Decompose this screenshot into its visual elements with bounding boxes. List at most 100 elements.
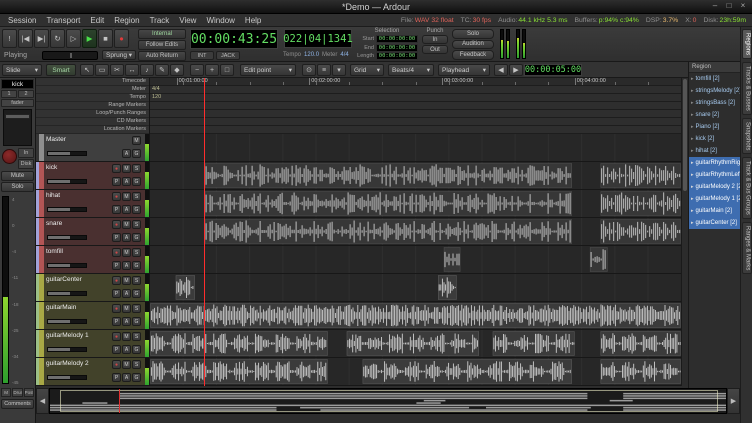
secondary-clock[interactable]: 022|04|1341	[284, 29, 352, 48]
solo-button[interactable]: Solo	[1, 182, 34, 192]
start-clock[interactable]: 00:00:00:00	[376, 35, 418, 43]
tab-track-bus-groups[interactable]: Track & Bus Groups	[742, 157, 752, 219]
summary-scroll-left-button[interactable]: ◀	[36, 388, 49, 414]
ruler-range-markers[interactable]	[150, 102, 681, 110]
solo-button[interactable]: S	[132, 304, 141, 313]
region-list-item[interactable]: ▸guitarMelody 2 [2]	[689, 181, 740, 193]
automation-button[interactable]: A	[122, 261, 131, 270]
solo-button[interactable]: S	[132, 220, 141, 229]
session-summary[interactable]	[49, 388, 727, 414]
playlist-button[interactable]: P	[112, 317, 121, 326]
track-header-guitarmain[interactable]: guitarMain●MSPAG	[36, 302, 149, 330]
maximize-button[interactable]: □	[724, 1, 734, 10]
play-range-button[interactable]: ▷	[66, 29, 81, 48]
region-list-item[interactable]: ▸stringsBass [2]	[689, 97, 740, 109]
punch-out-button[interactable]: Out	[422, 45, 448, 54]
midi-panic-button[interactable]: !	[2, 29, 17, 48]
disclosure-triangle-icon[interactable]: ▸	[691, 100, 694, 106]
editor-canvas[interactable]: 00:01:00:0000:02:00:0000:03:00:0000:04:0…	[150, 78, 681, 386]
summary-view-frame[interactable]	[60, 390, 718, 412]
go-to-end-button[interactable]: ▶|	[34, 29, 49, 48]
mute-button[interactable]: M	[122, 332, 131, 341]
disclosure-triangle-icon[interactable]: ▸	[691, 196, 694, 202]
solo-button[interactable]: S	[132, 164, 141, 173]
menu-edit[interactable]: Edit	[85, 16, 109, 25]
region-list-item[interactable]: ▸snare [2]	[689, 109, 740, 121]
menu-region[interactable]: Region	[109, 16, 144, 25]
sync-jack-button[interactable]: JACK	[216, 51, 240, 60]
record-button[interactable]: ●	[114, 29, 129, 48]
automation-button[interactable]: A	[122, 289, 131, 298]
play-button[interactable]: ▶	[82, 29, 97, 48]
playlist-button[interactable]: P	[112, 177, 121, 186]
disclosure-triangle-icon[interactable]: ▸	[691, 172, 694, 178]
stretch-tool[interactable]: ↔	[125, 64, 139, 76]
mute-button[interactable]: M	[122, 220, 131, 229]
comments-button[interactable]: Comments	[1, 399, 34, 409]
track-lane-snare[interactable]	[150, 218, 681, 246]
record-arm-button[interactable]: ●	[112, 360, 121, 369]
record-arm-button[interactable]: ●	[112, 192, 121, 201]
automation-button[interactable]: A	[122, 233, 131, 242]
menu-transport[interactable]: Transport	[41, 16, 85, 25]
record-arm-button[interactable]: ●	[112, 164, 121, 173]
record-arm-button[interactable]: ●	[112, 248, 121, 257]
ruler-location-markers[interactable]	[150, 126, 681, 134]
vertical-scrollbar[interactable]	[681, 78, 688, 386]
playlist-button[interactable]: P	[112, 289, 121, 298]
length-clock[interactable]: 00:00:00:00	[376, 52, 418, 60]
audition-button[interactable]: Audition	[452, 40, 494, 50]
record-arm-button[interactable]: ●	[112, 332, 121, 341]
group-button[interactable]: G	[132, 261, 141, 270]
track-gain-fader[interactable]	[47, 291, 87, 296]
tempo-value[interactable]: 120.0	[304, 52, 319, 58]
group-button[interactable]: G	[132, 289, 141, 298]
track-gain-fader[interactable]	[47, 319, 87, 324]
group-button[interactable]: G	[132, 345, 141, 354]
record-arm-button[interactable]	[2, 149, 17, 164]
region-list-item[interactable]: ▸tomfill [2]	[689, 73, 740, 85]
track-gain-fader[interactable]	[47, 375, 87, 380]
region-list-item[interactable]: ▸guitarMelody 1 [2]	[689, 193, 740, 205]
solo-button[interactable]: S	[132, 360, 141, 369]
solo-button[interactable]: S	[132, 192, 141, 201]
region-list-item[interactable]: ▸kick [2]	[689, 133, 740, 145]
menu-view[interactable]: View	[174, 16, 201, 25]
internal-button[interactable]: Internal	[138, 29, 186, 39]
edit-point-dropdown[interactable]: Edit point ▾	[240, 64, 296, 76]
solo-button[interactable]: S	[132, 332, 141, 341]
disclosure-triangle-icon[interactable]: ▸	[691, 220, 694, 226]
track-name[interactable]: Master	[46, 135, 143, 144]
ruler-meter[interactable]: 4/4	[150, 86, 681, 94]
zoom-focus-button[interactable]: ⊙	[302, 64, 316, 76]
mute-button[interactable]: M	[122, 304, 131, 313]
monitor-in-button[interactable]: In	[18, 148, 34, 158]
playlist-button[interactable]: P	[112, 261, 121, 270]
ruler-loop-punch-ranges[interactable]	[150, 110, 681, 118]
nudge-forward-button[interactable]: ▶	[509, 64, 523, 76]
track-lane-guitarmelody-1[interactable]	[150, 330, 681, 358]
solo-button[interactable]: S	[132, 248, 141, 257]
zoom-in-button[interactable]: +	[205, 64, 219, 76]
track-header-hihat[interactable]: hihat●MSPAG	[36, 190, 149, 218]
close-button[interactable]: ×	[738, 1, 748, 10]
track-gain-fader[interactable]	[47, 235, 87, 240]
region-list-item[interactable]: ▸stringsMelody [2]	[689, 85, 740, 97]
shuttle-mode-dropdown[interactable]: Sprung ▾	[102, 50, 136, 60]
automation-button[interactable]: A	[122, 177, 131, 186]
track-lane-guitarmelody-2[interactable]	[150, 358, 681, 386]
track-lane-kick[interactable]	[150, 162, 681, 190]
track-header-snare[interactable]: snare●MSPAG	[36, 218, 149, 246]
group-button[interactable]: G	[132, 205, 141, 214]
region-list-item[interactable]: ▸guitarRhythmRigh	[689, 157, 740, 169]
primary-clock[interactable]: 00:00:43:25	[190, 29, 278, 49]
marker-list-button[interactable]: ≡	[317, 64, 331, 76]
punch-in-button[interactable]: In	[422, 35, 448, 44]
snap-mode-dropdown[interactable]: Grid ▾	[350, 64, 384, 76]
automation-button[interactable]: A	[122, 373, 131, 382]
automation-button[interactable]: A	[122, 345, 131, 354]
io-button-1[interactable]: 1	[1, 90, 17, 98]
draw-tool[interactable]: ✎	[155, 64, 169, 76]
disclosure-triangle-icon[interactable]: ▸	[691, 136, 694, 142]
scrollbar-thumb[interactable]	[683, 79, 687, 191]
